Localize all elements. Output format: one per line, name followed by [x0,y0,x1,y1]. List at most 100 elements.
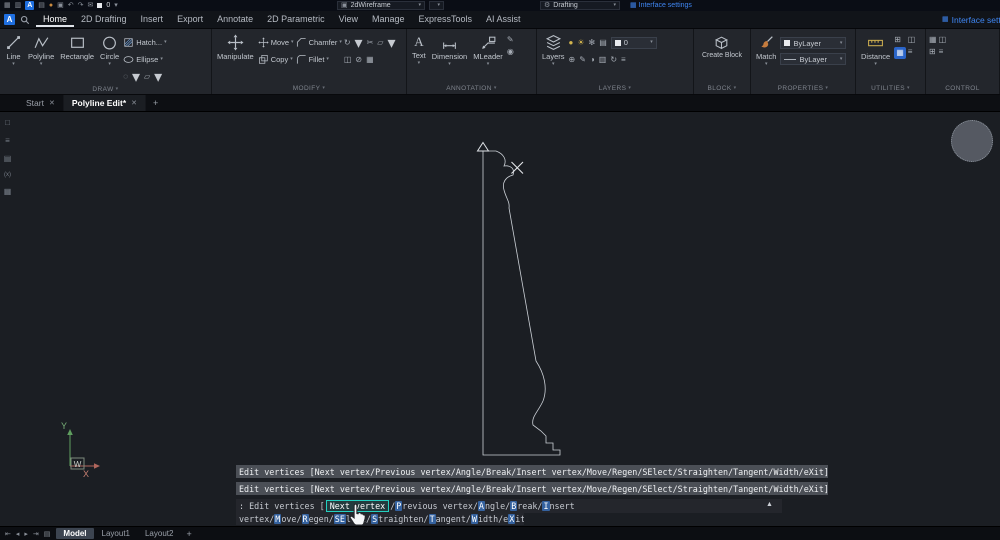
command-prompt-line1[interactable]: : Edit vertices [Next vertex/Previous ve… [236,499,782,513]
next-layout-icon[interactable]: ▸ [23,530,29,538]
tab-manage[interactable]: Manage [365,12,412,27]
layer-new-icon[interactable]: ⊕ [569,55,576,65]
move-tool[interactable]: Move ▾ [258,35,294,50]
panel-name-annotation[interactable]: ANNOTATION ▾ [407,82,536,94]
bricscad-logo[interactable]: A [25,1,34,10]
layout-list-icon[interactable]: ▤ [43,530,52,538]
keyword-hotkey[interactable]: S [371,514,378,524]
fillet-tool[interactable]: Fillet ▾ [296,52,342,67]
chevron-down-icon[interactable]: ▾ [108,62,111,67]
layer-on-bulb-icon[interactable]: ● [569,38,574,48]
close-icon[interactable]: ✕ [131,99,137,107]
layer-isolate-icon[interactable]: ◑ [590,55,595,65]
keyword-hotkey[interactable]: T [429,514,436,524]
id-point-tool-icon[interactable]: ◫ [908,35,916,45]
distance-tool[interactable]: Distance ▾ [859,33,892,67]
properties-panel-icon[interactable]: ▤ [4,154,12,163]
linetype-select[interactable]: ByLayer ▾ [780,53,846,65]
add-layout-button[interactable]: + [183,529,194,539]
layer-edit-icon[interactable]: ✎ [579,55,586,65]
keyword-hotkey[interactable]: B [510,501,517,511]
control-ortho-icon[interactable]: ◫ [939,35,947,45]
command-prompt-line2[interactable]: vertex/Move/Regen/SElect/Straighten/Tang… [236,513,524,525]
current-color-swatch[interactable] [97,3,102,8]
rectangle-tool[interactable]: Rectangle [58,33,96,61]
chevron-down-icon[interactable]: ▾ [418,61,421,66]
chevron-down-icon[interactable]: ▾ [164,40,167,45]
chamfer-tool[interactable]: Chamfer ▾ [296,35,342,50]
measure-tool-icon[interactable]: ⊞ [894,35,906,45]
interface-settings-link[interactable]: ▦ Interface settings [940,11,1000,28]
keyword-hotkey[interactable]: SE [334,514,346,524]
keyword-hotkey[interactable]: I [542,501,549,511]
chevron-down-icon[interactable]: ▾ [40,62,43,67]
annotation-scale-select[interactable]: ▾ [429,1,444,10]
chevron-down-icon[interactable]: ▾ [12,62,15,67]
new-document-button[interactable]: + [146,95,165,111]
annotation-style-icon[interactable]: ✎ [507,35,514,45]
redo-icon[interactable]: ↷ [78,2,84,9]
tab-2d-drafting[interactable]: 2D Drafting [74,12,134,27]
polyline-tool[interactable]: Polyline ▾ [26,33,56,67]
layout-tab-layout1[interactable]: Layout1 [95,528,137,539]
open-folder-icon[interactable]: ● [49,2,53,9]
panel-name-utilities[interactable]: UTILITIES ▾ [856,82,925,94]
text-tool[interactable]: A Text ▾ [410,33,428,66]
chevron-down-icon[interactable]: ▾ [160,57,163,62]
chevron-down-icon[interactable]: ▾ [339,40,342,45]
parameters-panel-icon[interactable]: (x) [4,172,11,178]
doc-tab-polyline-edit[interactable]: Polyline Edit*✕ [64,95,146,111]
layers-tool[interactable]: Layers ▾ [540,33,567,67]
layer-sun-icon[interactable]: ☀ [577,38,584,48]
tab-annotate[interactable]: Annotate [210,12,260,27]
region-tool-icon[interactable]: ▱ [144,72,150,82]
comment-panel-icon[interactable]: □ [5,118,10,127]
manipulate-tool[interactable]: Manipulate [215,33,256,61]
color-select[interactable]: ByLayer ▾ [780,37,846,49]
current-layer-select[interactable]: 0 ▾ [611,37,657,49]
drawing-canvas[interactable]: □ ≡ ▤ (x) ▦ W Y X Edit vertices [Next [0,112,1000,526]
polyline-profile[interactable] [483,151,560,455]
chevron-down-icon[interactable]: ▾ [487,62,490,67]
keyword-hotkey[interactable]: X [508,514,515,524]
keyword-hotkey[interactable]: M [274,514,281,524]
tab-expresstools[interactable]: ExpressTools [412,12,480,27]
tab-2d-parametric[interactable]: 2D Parametric [260,12,332,27]
first-layout-icon[interactable]: ⇤ [4,530,12,538]
chevron-down-icon[interactable]: ▾ [355,33,363,53]
rotate-tool-icon[interactable]: ↻ [344,38,351,48]
visual-style-select[interactable]: ▣ 2dWireframe ▾ [337,1,425,10]
bricscad-logo[interactable]: A [4,14,15,25]
ellipse-tool[interactable]: Ellipse ▾ [123,52,166,67]
quick-select-tool-icon[interactable]: ▦ [894,47,906,59]
layout-tab-layout2[interactable]: Layout2 [138,528,180,539]
line-tool[interactable]: Line ▾ [3,33,24,67]
tab-ai-assist[interactable]: AI Assist [479,12,528,27]
undo-icon[interactable]: ↶ [68,2,74,9]
panel-name-properties[interactable]: PROPERTIES ▾ [751,82,855,94]
layer-print-icon[interactable]: ▤ [599,38,607,48]
save-icon[interactable]: ▣ [57,2,64,9]
close-icon[interactable]: ✕ [49,99,55,107]
prompt-expand-icon[interactable]: ▲ [766,501,773,508]
search-icon[interactable] [20,15,30,25]
keyword-hotkey[interactable]: W [471,514,478,524]
workspace-select[interactable]: ⚙ Drafting ▾ [540,1,620,10]
chevron-down-icon[interactable]: ▾ [448,62,451,67]
erase-tool-icon[interactable]: ⊘ [355,55,362,65]
app-menu-icon[interactable]: ▦ [4,2,11,9]
sheets-panel-icon[interactable]: ▦ [4,187,12,196]
mail-icon[interactable]: ✉ [87,2,93,9]
trim-tool-icon[interactable]: ✂ [367,38,374,48]
interface-settings-link[interactable]: ▦ Interface settings [630,2,692,9]
layout-tab-model[interactable]: Model [56,528,93,539]
tab-home[interactable]: Home [36,12,74,27]
layer-restore-icon[interactable]: ↻ [610,55,617,65]
layer-freeze-icon[interactable]: ✻ [589,38,596,48]
annotation-center-icon[interactable]: ◉ [507,47,514,57]
chevron-down-icon[interactable]: ▾ [114,2,118,9]
workspace-switch-icon[interactable]: ▥ [15,2,22,9]
panel-name-draw[interactable]: DRAW ▾ [0,84,211,94]
control-grid-icon[interactable]: ▦ [929,35,937,45]
mleader-tool[interactable]: MLeader ▾ [471,33,505,67]
